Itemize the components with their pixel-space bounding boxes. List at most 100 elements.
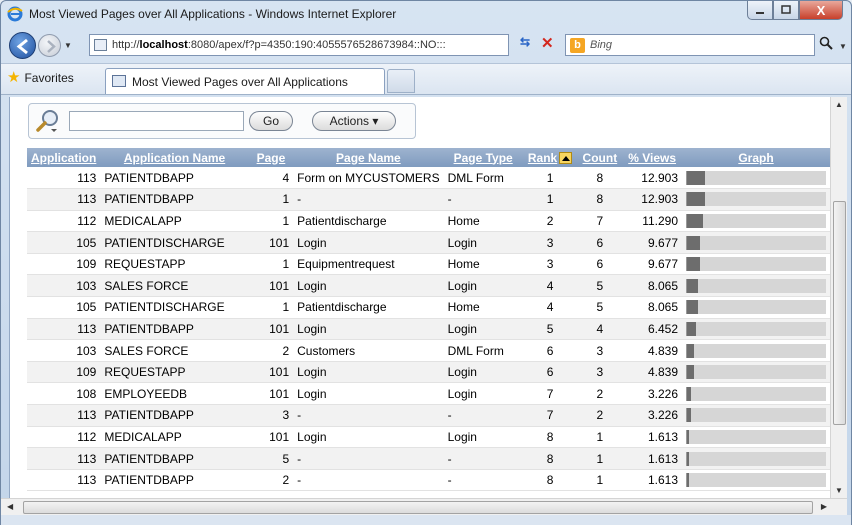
cell-rank: 8 [522, 469, 578, 492]
table-row: 113 PATIENTDBAPP 3- -7 2 3.226 [27, 404, 830, 427]
web-search-box[interactable]: b Bing [565, 34, 815, 56]
cell-page-name: Login [293, 274, 444, 298]
column-header-count[interactable]: Count [577, 148, 623, 167]
cell-page-name: Equipmentrequest [293, 253, 444, 276]
vertical-scrollbar[interactable]: ▲ ▼ [830, 97, 847, 498]
magnifier-icon[interactable] [35, 108, 61, 134]
new-tab-button[interactable] [387, 69, 415, 93]
cell-rank: 7 [522, 404, 578, 427]
column-header-rank[interactable]: Rank [522, 148, 578, 167]
column-header-page-name[interactable]: Page Name [293, 148, 444, 167]
cell-page-type: - [443, 404, 523, 427]
minimize-button[interactable] [747, 1, 773, 20]
tab-most-viewed-pages[interactable]: Most Viewed Pages over All Applications [105, 68, 385, 94]
vertical-scroll-thumb[interactable] [833, 201, 846, 425]
cell-application: 105 [27, 296, 101, 319]
actions-menu-button[interactable]: Actions ▾ [312, 111, 396, 131]
graph-bar-track [686, 451, 826, 466]
refresh-button[interactable]: ⇆ [520, 35, 530, 49]
cell-page: 1 [248, 210, 294, 233]
graph-bar [687, 278, 699, 293]
cell-application: 113 [27, 404, 101, 427]
cell-page: 4 [248, 167, 294, 190]
search-placeholder: Bing [590, 39, 613, 51]
search-icon [819, 36, 833, 50]
graph-bar [687, 170, 705, 185]
graph-bar [687, 235, 701, 250]
graph-bar-track [686, 235, 826, 250]
graph-bar [687, 451, 690, 466]
search-button[interactable] [819, 36, 833, 53]
column-header-graph[interactable]: Graph [682, 148, 830, 167]
cell-page: 101 [248, 361, 294, 384]
title-bar: Most Viewed Pages over All Applications … [1, 1, 851, 27]
cell-graph [682, 274, 830, 298]
cell-rank: 5 [522, 318, 578, 341]
graph-bar [687, 408, 692, 423]
status-bar [1, 515, 851, 525]
favorites-button[interactable]: ★ Favorites [7, 69, 74, 86]
scroll-right-icon[interactable]: ▶ [821, 502, 827, 511]
cell-page-name: Login [293, 318, 444, 341]
forward-button[interactable] [38, 34, 61, 57]
address-url[interactable]: http://localhost:8080/apex/f?p=4350:190:… [112, 39, 446, 51]
cell-application-name: PATIENTDISCHARGE [100, 231, 249, 254]
report-search-input[interactable] [69, 111, 244, 131]
cell-graph [682, 231, 830, 254]
graph-bar [687, 429, 690, 444]
graph-bar-track [686, 192, 826, 207]
cell-page: 2 [248, 339, 294, 362]
cell-application-name: MEDICALAPP [100, 426, 249, 449]
graph-bar [687, 257, 701, 272]
table-row: 112 MEDICALAPP 101 Login Login 8 1 1.613 [27, 426, 830, 449]
cell-graph [682, 210, 830, 233]
history-dropdown[interactable]: ▼ [64, 41, 72, 50]
horizontal-scroll-thumb[interactable] [23, 501, 813, 514]
table-row: 113 PATIENTDBAPP 101 Login Login 5 4 6.452 [27, 318, 830, 341]
table-row: 103 SALES FORCE 2 Customers DML Form 6 3 4.839 [27, 339, 830, 362]
cell-application: 109 [27, 361, 101, 384]
cell-page-type: Home [443, 253, 523, 276]
table-row: 108 EMPLOYEEDB 101 Login Login 7 2 3.226 [27, 382, 830, 406]
cell-application-name: PATIENTDBAPP [100, 469, 249, 492]
cell-count: 1 [577, 426, 623, 449]
horizontal-scrollbar[interactable]: ◀ ▶ [1, 498, 847, 515]
favorites-label: Favorites [24, 71, 74, 85]
cell-page-type: - [443, 188, 523, 211]
back-button[interactable] [9, 32, 36, 59]
cell-count: 5 [577, 296, 623, 319]
cell-application: 113 [27, 447, 101, 470]
go-button[interactable]: Go [249, 111, 293, 131]
cell-page-name: Login [293, 382, 444, 406]
cell-count: 6 [577, 231, 623, 254]
column-header-pct-views[interactable]: % Views [622, 148, 682, 167]
maximize-button[interactable] [773, 1, 799, 20]
cell-pct-views: 11.290 [622, 210, 682, 233]
page-icon [112, 75, 126, 87]
graph-bar-track [686, 408, 826, 423]
cell-page-type: DML Form [443, 167, 523, 190]
address-bar[interactable]: http://localhost:8080/apex/f?p=4350:190:… [89, 34, 594, 56]
column-header-application[interactable]: Application [27, 148, 101, 167]
scroll-left-icon[interactable]: ◀ [7, 502, 13, 511]
tab-label: Most Viewed Pages over All Applications [132, 75, 348, 89]
graph-bar [687, 386, 692, 401]
graph-bar-track [686, 278, 826, 293]
stop-button[interactable]: ✕ [541, 34, 554, 52]
cell-rank: 3 [522, 253, 578, 276]
column-header-application-name[interactable]: Application Name [100, 148, 249, 167]
table-row: 112 MEDICALAPP 1 Patientdischarge Home 2 7 11.2… [27, 210, 830, 233]
close-button[interactable]: X [799, 1, 843, 20]
column-header-page-type[interactable]: Page Type [443, 148, 523, 167]
cell-page: 1 [248, 296, 294, 319]
cell-pct-views: 1.613 [622, 447, 682, 470]
navigation-bar: ▼ http://localhost:8080/apex/f?p=4350:19… [1, 29, 851, 61]
sort-ascending-icon[interactable] [559, 152, 573, 165]
cell-page-name: Customers [293, 339, 444, 362]
column-header-page[interactable]: Page [248, 148, 294, 167]
cell-page: 1 [248, 188, 294, 211]
search-options-dropdown[interactable]: ▼ [839, 42, 847, 51]
scroll-down-icon[interactable]: ▼ [835, 486, 843, 495]
star-icon: ★ [7, 69, 21, 86]
scroll-up-icon[interactable]: ▲ [835, 100, 843, 109]
